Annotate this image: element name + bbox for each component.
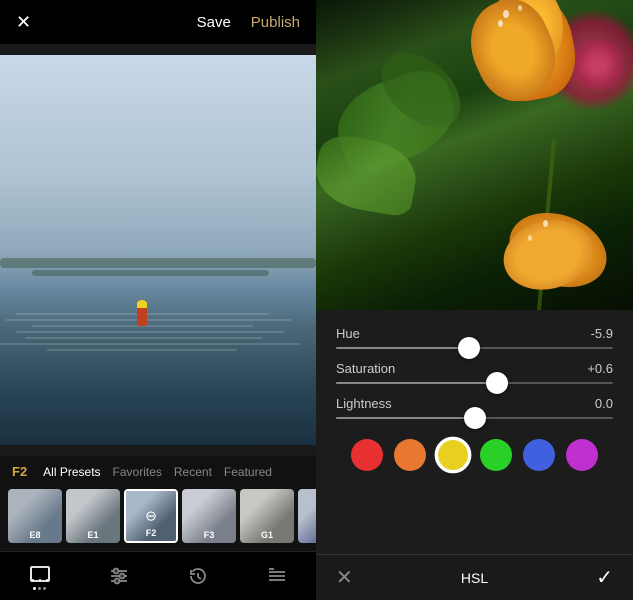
- adjust-tool-button[interactable]: [108, 565, 130, 587]
- tab-featured[interactable]: Featured: [224, 465, 272, 479]
- swatch-red[interactable]: [351, 439, 383, 471]
- swatch-purple[interactable]: [566, 439, 598, 471]
- hue-label: Hue: [336, 326, 360, 341]
- top-bar-actions: Save Publish: [197, 14, 300, 31]
- frame-tool-button[interactable]: [29, 562, 51, 590]
- top-bar: ✕ Save Publish: [0, 0, 316, 44]
- hsl-bottom-bar: ✕ HSL ✓: [316, 554, 633, 600]
- main-image: [0, 55, 316, 445]
- preset-label-bar: F2 All Presets Favorites Recent Featured: [0, 456, 316, 485]
- saturation-slider-header: Saturation +0.6: [336, 361, 613, 376]
- preset-tabs: All Presets Favorites Recent Featured: [43, 465, 304, 479]
- publish-button[interactable]: Publish: [251, 14, 300, 31]
- flower-image: [316, 0, 633, 310]
- color-swatches: [336, 431, 613, 479]
- saturation-slider-row: Saturation +0.6: [336, 361, 613, 384]
- bottom-toolbar: [0, 551, 316, 600]
- preset-thumb-e8[interactable]: E8: [8, 489, 62, 543]
- layers-tool-button[interactable]: [266, 565, 288, 587]
- tab-favorites[interactable]: Favorites: [113, 465, 162, 479]
- lightness-value: 0.0: [595, 396, 613, 411]
- main-image-area: [0, 44, 316, 456]
- swatch-green[interactable]: [480, 439, 512, 471]
- preset-thumbnails: E8 E1 ⊖ F2 F3 G1: [0, 485, 316, 551]
- current-preset-label: F2: [12, 464, 27, 479]
- swatch-blue[interactable]: [523, 439, 555, 471]
- preset-thumb-g2[interactable]: G2: [298, 489, 316, 543]
- hue-value: -5.9: [591, 326, 613, 341]
- tab-recent[interactable]: Recent: [174, 465, 212, 479]
- left-panel: ✕ Save Publish: [0, 0, 316, 600]
- save-button[interactable]: Save: [197, 14, 231, 31]
- preset-thumb-f3[interactable]: F3: [182, 489, 236, 543]
- history-tool-button[interactable]: [187, 565, 209, 587]
- hue-slider-track[interactable]: [336, 347, 613, 349]
- saturation-slider-track[interactable]: [336, 382, 613, 384]
- lightness-slider-track[interactable]: [336, 417, 613, 419]
- right-panel: Hue -5.9 Saturation +0.6 Lightness 0: [316, 0, 633, 600]
- lightness-slider-row: Lightness 0.0: [336, 396, 613, 419]
- swatch-yellow[interactable]: [435, 437, 472, 474]
- water-reflections: [0, 309, 316, 446]
- hue-slider-row: Hue -5.9: [336, 326, 613, 349]
- tab-all-presets[interactable]: All Presets: [43, 465, 100, 479]
- preset-thumb-e1[interactable]: E1: [66, 489, 120, 543]
- swatch-orange[interactable]: [394, 439, 426, 471]
- hsl-cancel-button[interactable]: ✕: [336, 565, 353, 590]
- preset-thumb-g1[interactable]: G1: [240, 489, 294, 543]
- presets-section: F2 All Presets Favorites Recent Featured…: [0, 456, 316, 551]
- toolbar-dots: [33, 587, 46, 590]
- hsl-title: HSL: [461, 570, 488, 586]
- close-button[interactable]: ✕: [16, 13, 31, 31]
- saturation-value: +0.6: [587, 361, 613, 376]
- hsl-confirm-button[interactable]: ✓: [596, 565, 613, 590]
- hsl-controls: Hue -5.9 Saturation +0.6 Lightness 0: [316, 310, 633, 554]
- lightness-label: Lightness: [336, 396, 392, 411]
- preset-thumb-f2[interactable]: ⊖ F2: [124, 489, 178, 543]
- saturation-label: Saturation: [336, 361, 395, 376]
- figure: [136, 300, 148, 328]
